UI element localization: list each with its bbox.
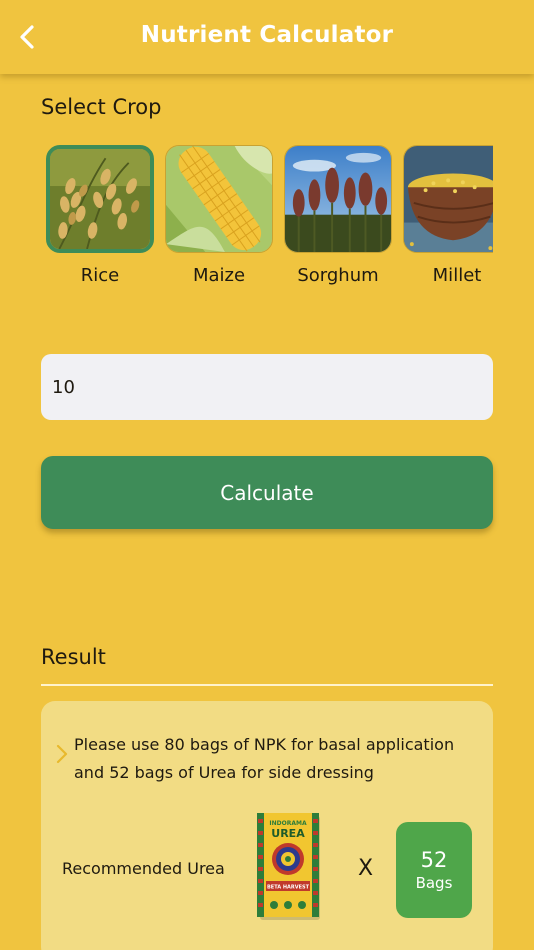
result-divider (41, 684, 493, 686)
crop-item-maize[interactable]: Maize (165, 145, 273, 286)
bag-sub-text: BETA HARVEST (267, 885, 310, 891)
millet-image (403, 145, 493, 253)
calculate-button[interactable]: Calculate (41, 456, 493, 529)
bag-product-text: UREA (271, 827, 305, 840)
crop-name-rice: Rice (80, 265, 120, 286)
crop-name-sorghum: Sorghum (297, 265, 379, 286)
app-header: Nutrient Calculator (0, 0, 534, 74)
page-title: Nutrient Calculator (140, 22, 394, 48)
chevron-right-icon (56, 744, 68, 764)
bags-unit: Bags (415, 874, 453, 892)
bag-brand-text: INDORAMA (269, 820, 307, 827)
result-message: Please use 80 bags of NPK for basal appl… (74, 735, 455, 782)
crop-item-sorghum[interactable]: Sorghum (284, 145, 392, 286)
bags-count: 52 (420, 848, 448, 872)
sorghum-image (284, 145, 392, 253)
crop-item-rice[interactable]: Rice (46, 145, 154, 286)
crop-carousel[interactable]: Rice Maize Sorghum Millet (46, 145, 493, 295)
result-card: Please use 80 bags of NPK for basal appl… (41, 701, 493, 950)
bags-badge: 52 Bags (396, 822, 472, 918)
crop-name-millet: Millet (432, 265, 482, 286)
result-heading: Result (41, 645, 106, 669)
crop-item-millet[interactable]: Millet (403, 145, 493, 286)
crop-name-maize: Maize (192, 265, 246, 286)
amount-input[interactable] (41, 354, 493, 420)
urea-bag-image: INDORAMA UREA BETA HARVEST (254, 813, 324, 921)
rice-image (46, 145, 154, 253)
maize-image (165, 145, 273, 253)
recommended-urea-label: Recommended Urea (62, 859, 225, 878)
select-crop-label: Select Crop (41, 95, 162, 119)
multiply-symbol: X (358, 856, 374, 881)
